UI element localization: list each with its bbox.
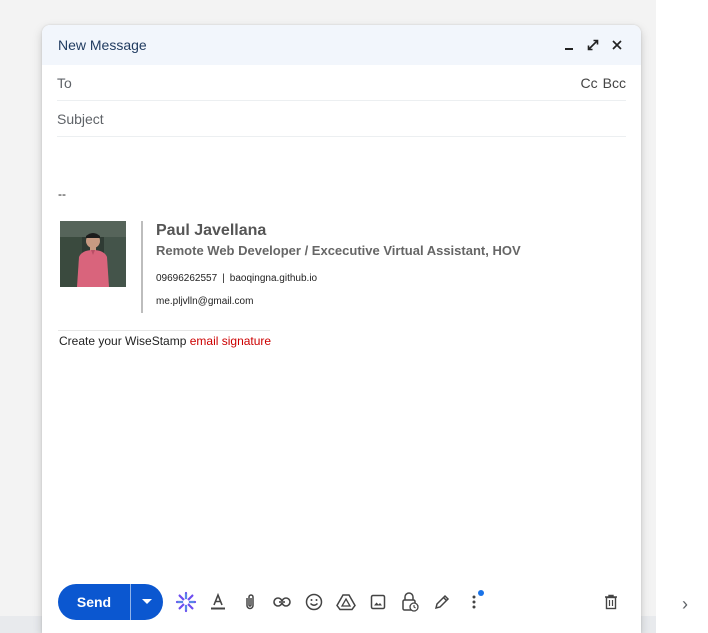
attach-icon[interactable] <box>234 586 266 618</box>
send-button-group: Send <box>58 584 163 620</box>
signature-divider <box>141 221 143 313</box>
to-field[interactable]: To Cc Bcc <box>57 65 626 101</box>
subject-placeholder: Subject <box>57 110 104 127</box>
compose-toolbar: Send <box>58 584 627 620</box>
compose-window: New Message To Cc Bcc Subject -- Paul Ja… <box>42 25 641 633</box>
compose-title: New Message <box>58 37 147 53</box>
signature-name: Paul Javellana <box>156 222 267 239</box>
cc-link[interactable]: Cc <box>581 75 598 91</box>
promo-text: Create your WiseStamp <box>59 334 190 348</box>
notification-dot <box>478 590 484 596</box>
message-body[interactable]: -- Paul Javellana Remote Web Developer /… <box>58 137 627 567</box>
signature-separator: | <box>222 273 225 284</box>
drive-icon[interactable] <box>330 586 362 618</box>
signature-photo <box>60 221 126 287</box>
trash-icon[interactable] <box>595 586 627 618</box>
signature-email[interactable]: me.pljvlln@gmail.com <box>156 296 253 307</box>
signature-role: Remote Web Developer / Excecutive Virtua… <box>156 243 521 258</box>
link-icon[interactable] <box>266 586 298 618</box>
signature-pen-icon[interactable] <box>426 586 458 618</box>
photo-icon[interactable] <box>362 586 394 618</box>
right-side-panel <box>656 0 708 633</box>
to-label: To <box>57 74 72 91</box>
promo-link[interactable]: email signature <box>190 334 271 348</box>
signature-phone: 09696262557 <box>156 273 218 284</box>
expand-icon[interactable] <box>583 35 603 55</box>
show-side-panel-chevron-icon[interactable]: › <box>676 592 694 616</box>
confidential-lock-icon[interactable] <box>394 586 426 618</box>
cc-bcc-links: Cc Bcc <box>581 75 626 91</box>
bcc-link[interactable]: Bcc <box>603 75 626 91</box>
ai-sparkle-icon[interactable] <box>170 586 202 618</box>
minimize-icon[interactable] <box>559 35 579 55</box>
send-button[interactable]: Send <box>58 584 130 620</box>
schedule-send-dropdown-icon[interactable] <box>131 584 163 620</box>
subject-field[interactable]: Subject <box>57 101 626 137</box>
signature-website[interactable]: baoqingna.github.io <box>230 273 317 284</box>
header-controls <box>559 35 627 55</box>
formatting-tools <box>170 586 490 618</box>
text-format-icon[interactable] <box>202 586 234 618</box>
signature-contact: 09696262557 | baoqingna.github.io <box>156 273 317 284</box>
close-icon[interactable] <box>607 35 627 55</box>
compose-header[interactable]: New Message <box>42 25 641 65</box>
more-options-icon[interactable] <box>458 586 490 618</box>
emoji-icon[interactable] <box>298 586 330 618</box>
wisestamp-promo: Create your WiseStamp email signature <box>59 334 271 348</box>
signature-dash: -- <box>58 187 66 201</box>
email-signature: Paul Javellana Remote Web Developer / Ex… <box>60 221 580 313</box>
signature-rule <box>58 330 270 331</box>
